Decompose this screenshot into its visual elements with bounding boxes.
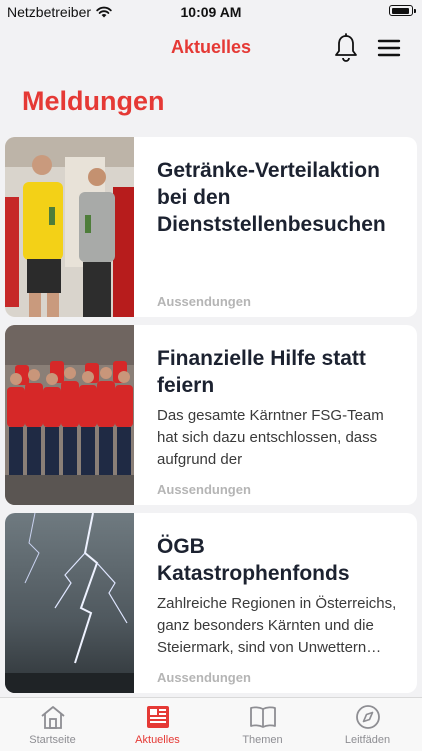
article-category: Aussendungen — [157, 670, 251, 685]
article-body: ÖGB Katastrophenfonds Zahlreiche Regione… — [157, 533, 397, 685]
article-title: Getränke-Verteilaktion bei den Dienstste… — [157, 159, 386, 236]
article-body: Getränke-Verteilaktion bei den Dienstste… — [157, 157, 397, 309]
tab-aktuelles[interactable]: Aktuelles — [105, 704, 210, 746]
home-icon — [40, 706, 65, 729]
battery-level — [391, 7, 409, 14]
article-image — [5, 325, 134, 505]
status-bar: Netzbetreiber 10:09 AM — [0, 0, 422, 24]
article-image — [5, 137, 134, 317]
navigation-bar: Aktuelles — [0, 28, 422, 68]
article-title: ÖGB Katastrophenfonds — [157, 535, 350, 585]
tab-label: Aktuelles — [135, 734, 180, 746]
tab-bar: Startseite Aktuelles Themen Leitfäden — [0, 697, 422, 751]
newspaper-icon — [146, 706, 169, 728]
clock: 10:09 AM — [180, 4, 242, 20]
article-body: Finanzielle Hilfe statt feiern Das gesam… — [157, 345, 397, 497]
article-excerpt: Zahlreiche Regionen in Österreichs, ganz… — [157, 595, 397, 656]
battery-icon — [389, 5, 416, 16]
article-list: Getränke-Verteilaktion bei den Dienstste… — [5, 137, 417, 701]
hamburger-menu-icon[interactable] — [377, 37, 401, 59]
bell-icon[interactable] — [333, 33, 359, 63]
article-excerpt: Das gesamte Kärntner FSG-Team hat sich d… — [157, 407, 384, 468]
article-card[interactable]: Finanzielle Hilfe statt feiern Das gesam… — [5, 325, 417, 505]
tab-leitfaeden[interactable]: Leitfäden — [315, 704, 420, 746]
article-category: Aussendungen — [157, 482, 251, 497]
tab-label: Startseite — [29, 734, 76, 746]
article-title: Finanzielle Hilfe statt feiern — [157, 347, 366, 397]
section-title: Meldungen — [22, 86, 165, 116]
tab-themen[interactable]: Themen — [210, 704, 315, 746]
article-card[interactable]: ÖGB Katastrophenfonds Zahlreiche Regione… — [5, 513, 417, 693]
article-category: Aussendungen — [157, 294, 251, 309]
tab-startseite[interactable]: Startseite — [0, 704, 105, 746]
tab-label: Leitfäden — [344, 734, 391, 746]
article-image — [5, 513, 134, 693]
compass-icon — [355, 705, 380, 729]
article-card[interactable]: Getränke-Verteilaktion bei den Dienstste… — [5, 137, 417, 317]
tab-label: Themen — [242, 734, 283, 746]
open-book-icon — [249, 706, 276, 728]
